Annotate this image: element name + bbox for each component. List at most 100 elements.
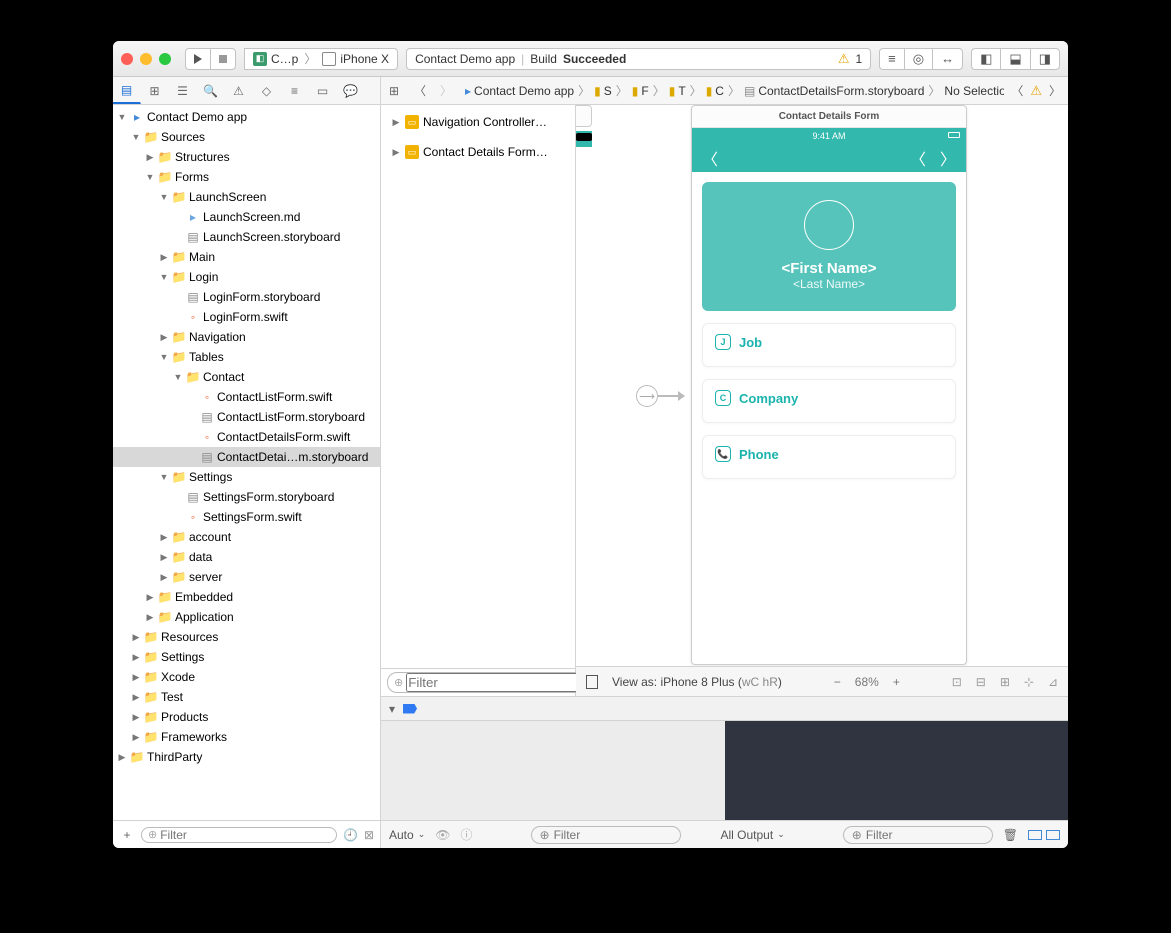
breakpoint-nav-tab[interactable]: ▭ [309, 77, 337, 104]
back-button[interactable]: 〈 [407, 77, 433, 104]
file-row[interactable]: ▶📁ThirdParty [113, 747, 380, 767]
view-as-label[interactable]: View as: iPhone 8 Plus (wC hR) [612, 675, 782, 689]
show-variables-pane[interactable] [1028, 830, 1042, 840]
disclosure-icon[interactable]: ▶ [131, 672, 141, 683]
outline-item[interactable]: ▶ ▭ Contact Details Form… [385, 141, 571, 163]
file-row[interactable]: ▤LoginForm.storyboard [113, 287, 380, 307]
file-row[interactable]: ▸LaunchScreen.md [113, 207, 380, 227]
show-console-pane[interactable] [1046, 830, 1060, 840]
disclosure-icon[interactable]: ▼ [159, 272, 169, 282]
pin-icon[interactable]: ⊞ [1000, 675, 1010, 689]
file-row[interactable]: ▶📁Products [113, 707, 380, 727]
file-row[interactable]: ▼📁Login [113, 267, 380, 287]
outline-filter-input[interactable] [406, 673, 587, 692]
disclosure-icon[interactable]: ▶ [391, 147, 401, 158]
toggle-right-panel[interactable]: ◨ [1030, 48, 1060, 70]
file-row[interactable]: ▤ContactDetai…m.storyboard [113, 447, 380, 467]
ib-canvas[interactable]: ⟶ Contact Details Form 9:41 AM 〈 [576, 105, 1068, 666]
disclosure-icon[interactable]: ▶ [145, 152, 155, 163]
symbol-nav-tab[interactable]: ☰ [169, 77, 197, 104]
disclosure-icon[interactable]: ▶ [159, 532, 169, 543]
disclosure-icon[interactable]: ▼ [159, 472, 169, 482]
filter-field[interactable]: ⊕ [141, 827, 337, 843]
device-config-icon[interactable] [586, 675, 598, 689]
file-row[interactable]: ◦SettingsForm.swift [113, 507, 380, 527]
recent-filter-icon[interactable]: 🕘 [343, 828, 358, 842]
file-row[interactable]: ▶📁Resources [113, 627, 380, 647]
file-row[interactable]: ◦ContactListForm.swift [113, 387, 380, 407]
add-button[interactable]: + [119, 828, 135, 842]
disclosure-icon[interactable]: ▶ [131, 732, 141, 743]
run-button[interactable] [185, 48, 210, 70]
prev-issue[interactable]: 〈 [1004, 77, 1030, 104]
disclosure-icon[interactable]: ▶ [131, 632, 141, 643]
disclosure-icon[interactable]: ▶ [131, 692, 141, 703]
disclosure-icon[interactable]: ▶ [145, 612, 155, 623]
jump-bar[interactable]: ▸Contact Demo app〉 ▮S〉 ▮F〉 ▮T〉 ▮C〉 ▤Cont… [459, 77, 1004, 104]
auto-selector[interactable]: Auto ⌄ [389, 828, 425, 842]
debug-nav-tab[interactable]: ≡ [281, 77, 309, 104]
variables-filter-input[interactable] [554, 828, 672, 842]
outline-item[interactable]: ▶ ▭ Navigation Controller… [385, 111, 571, 133]
file-row[interactable]: ▶📁Test [113, 687, 380, 707]
disclosure-icon[interactable]: ▶ [159, 572, 169, 583]
related-items[interactable]: ⊞ [381, 77, 407, 104]
disclosure-icon[interactable]: ▼ [159, 352, 169, 362]
file-row[interactable]: ▤ContactListForm.storyboard [113, 407, 380, 427]
disclosure-icon[interactable]: ▶ [159, 552, 169, 563]
debug-view-icon[interactable]: ▾ [389, 702, 395, 716]
disclosure-icon[interactable]: ▼ [117, 112, 127, 122]
segue-arrow[interactable]: ⟶ [636, 385, 684, 407]
find-nav-tab[interactable]: 🔍 [197, 77, 225, 104]
file-row[interactable]: ▶📁data [113, 547, 380, 567]
scm-filter-icon[interactable]: ⊠ [364, 828, 374, 842]
editor-assistant[interactable]: ◎ [904, 48, 932, 70]
filter-input[interactable] [160, 828, 330, 842]
file-row[interactable]: ▶📁server [113, 567, 380, 587]
zoom-window[interactable] [159, 53, 171, 65]
clear-console[interactable]: 🗑 [1003, 828, 1018, 842]
output-selector[interactable]: All Output ⌄ [721, 828, 785, 842]
zoom-out[interactable]: − [834, 675, 841, 689]
toggle-bottom-panel[interactable]: ⬓ [1000, 48, 1029, 70]
file-row[interactable]: ▶📁Structures [113, 147, 380, 167]
file-row[interactable]: ▶📁Main [113, 247, 380, 267]
minimize-window[interactable] [140, 53, 152, 65]
editor-standard[interactable]: ≡ [879, 48, 904, 70]
resize-icon[interactable]: ⊿ [1048, 675, 1058, 689]
file-row[interactable]: ▼📁Tables [113, 347, 380, 367]
file-row[interactable]: ▶📁Application [113, 607, 380, 627]
console-filter-input[interactable] [866, 828, 984, 842]
file-row[interactable]: ▼▸Contact Demo app [113, 107, 380, 127]
file-row[interactable]: ▼📁Contact [113, 367, 380, 387]
outline-filter[interactable]: ⊕ [387, 672, 594, 693]
file-row[interactable]: ▤LaunchScreen.storyboard [113, 227, 380, 247]
activity-viewer[interactable]: Contact Demo app | Build Succeeded ⚠ 1 [406, 48, 871, 70]
file-row[interactable]: ▶📁Embedded [113, 587, 380, 607]
file-row[interactable]: ▼📁LaunchScreen [113, 187, 380, 207]
variables-filter[interactable]: ⊕ [531, 826, 681, 844]
console-filter[interactable]: ⊕ [843, 826, 993, 844]
file-row[interactable]: ▼📁Settings [113, 467, 380, 487]
embed-icon[interactable]: ⊡ [952, 675, 962, 689]
disclosure-icon[interactable]: ▶ [131, 652, 141, 663]
toggle-left-panel[interactable]: ◧ [971, 48, 1000, 70]
disclosure-icon[interactable]: ▶ [159, 332, 169, 343]
file-row[interactable]: ▼📁Sources [113, 127, 380, 147]
report-nav-tab[interactable]: 💬 [337, 77, 365, 104]
resolve-icon[interactable]: ⊹ [1024, 675, 1034, 689]
editor-version[interactable]: ↔ [932, 48, 963, 70]
info-icon[interactable]: ⓘ [460, 826, 472, 843]
file-row[interactable]: ▶📁Frameworks [113, 727, 380, 747]
test-nav-tab[interactable]: ◇ [253, 77, 281, 104]
scene-contact-details[interactable]: Contact Details Form 9:41 AM 〈 〈 〉 [691, 105, 967, 665]
issue-nav-tab[interactable]: ⚠ [225, 77, 253, 104]
file-row[interactable]: ◦LoginForm.swift [113, 307, 380, 327]
file-row[interactable]: ▤SettingsForm.storyboard [113, 487, 380, 507]
breakpoint-toggle[interactable] [403, 704, 417, 714]
file-row[interactable]: ▶📁Navigation [113, 327, 380, 347]
disclosure-icon[interactable]: ▼ [159, 192, 169, 202]
eye-icon[interactable]: 👁 [435, 828, 450, 842]
disclosure-icon[interactable]: ▶ [131, 712, 141, 723]
scheme-selector[interactable]: ◧ C…p 〉 iPhone X [244, 48, 398, 70]
